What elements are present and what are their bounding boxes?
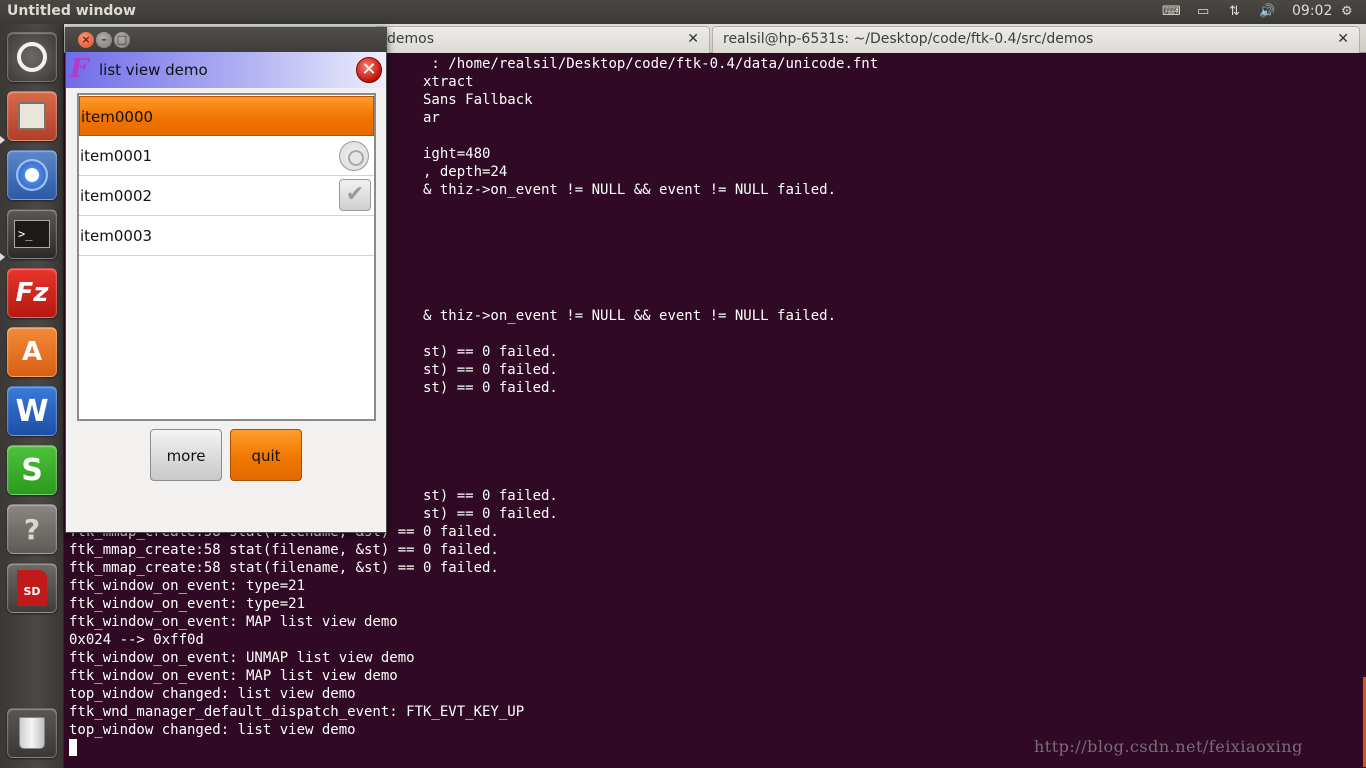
list-view[interactable]: item0000 item0001 item0002 ✔ item0003 [77,93,376,421]
more-button[interactable]: more [150,429,222,481]
running-indicator [0,253,5,261]
launcher-wps-spreadsheet[interactable]: S [7,445,57,495]
launcher-chromium[interactable] [7,150,57,200]
launcher-ubuntu-home[interactable] [7,32,57,82]
terminal-cursor [69,739,77,756]
launcher-file-manager[interactable] [7,91,57,141]
filezilla-icon: Fz [15,278,49,308]
tab-label: demos [387,31,434,47]
volume-icon[interactable]: 🔊 [1259,4,1275,19]
window-close-icon[interactable]: × [78,32,94,48]
list-item-label: item0000 [81,108,154,126]
launcher-filezilla[interactable]: Fz [7,268,57,318]
sd-card-icon: SD [17,570,47,606]
launcher-wps-writer[interactable]: W [7,386,57,436]
list-item-label: item0002 [80,187,153,205]
list-item[interactable]: item0001 [79,136,374,176]
window-maximize-icon[interactable]: □ [114,32,130,48]
launcher-terminal[interactable]: >_ [7,209,57,259]
radio-button[interactable] [339,141,369,171]
window-titlebar[interactable]: × – □ [66,28,386,52]
checkbox-checked-icon[interactable]: ✔ [339,179,371,211]
list-item-label: item0003 [80,227,153,245]
terminal-line: ftk_window_on_event: UNMAP list view dem… [69,650,415,666]
wps-spreadsheet-icon: S [21,452,43,488]
terminal-line: ftk_window_on_event: type=21 [69,596,306,612]
quit-button[interactable]: quit [230,429,302,481]
trash-icon [19,717,45,749]
window-title: Untitled window [7,3,136,19]
clock[interactable]: 09:02 [1292,3,1332,19]
ubuntu-logo-icon [17,42,47,72]
list-item[interactable]: item0003 [79,216,374,256]
wps-writer-icon: W [15,393,49,429]
terminal-line: ftk_mmap_create:58 stat(filename, &st) =… [69,542,499,558]
tab-realsil-terminal[interactable]: realsil@hp-6531s: ~/Desktop/code/ftk-0.4… [712,26,1360,53]
terminal-line: top_window changed: list view demo [69,686,356,702]
launcher: >_ Fz A W S ? SD [0,24,64,768]
launcher-software-center[interactable]: A [7,327,57,377]
launcher-help[interactable]: ? [7,504,57,554]
battery-icon[interactable]: ▭ [1197,4,1209,19]
tab-close-icon[interactable]: ✕ [1337,31,1349,47]
settings-gear-icon[interactable]: ⚙ [1341,4,1353,19]
ftk-header: F list view demo ✕ [66,52,386,88]
list-item[interactable]: item0002 ✔ [79,176,374,216]
tab-demos[interactable]: demos ✕ [374,26,710,53]
software-center-icon: A [21,337,43,367]
ftk-window-title: list view demo [99,61,208,79]
file-manager-icon [18,102,46,130]
running-indicator [0,136,5,144]
tab-label: realsil@hp-6531s: ~/Desktop/code/ftk-0.4… [723,31,1094,47]
tab-close-icon[interactable]: ✕ [687,31,699,47]
ftk-logo-icon: F [70,54,89,84]
terminal-line: ftk_mmap_create:58 stat(filename, &st) =… [69,560,499,576]
ftk-close-icon[interactable]: ✕ [356,57,382,83]
help-icon: ? [23,512,41,546]
terminal-line: ftk_wnd_manager_default_dispatch_event: … [69,704,525,720]
launcher-trash[interactable] [7,708,57,758]
terminal-line: ftk_window_on_event: MAP list view demo [69,668,398,684]
keyboard-icon[interactable]: ⌨ [1162,4,1181,19]
list-item[interactable]: item0000 [79,96,374,136]
terminal-line: ftk_window_on_event: type=21 [69,578,306,594]
list-item-label: item0001 [80,147,153,165]
launcher-sd-card[interactable]: SD [7,563,57,613]
terminal-line: 0x024 --> 0xff0d [69,632,204,648]
terminal-icon: >_ [14,220,50,248]
list-view-demo-window: × – □ F list view demo ✕ item0000 item00… [65,27,387,533]
top-panel: Untitled window ⌨ ▭ ⇅ 🔊 09:02 ⚙ [0,0,1366,24]
watermark: http://blog.csdn.net/feixiaoxing [1034,737,1303,756]
chromium-icon [16,159,48,191]
terminal-line: ftk_window_on_event: MAP list view demo [69,614,398,630]
network-icon[interactable]: ⇅ [1229,4,1240,19]
window-minimize-icon[interactable]: – [96,32,112,48]
